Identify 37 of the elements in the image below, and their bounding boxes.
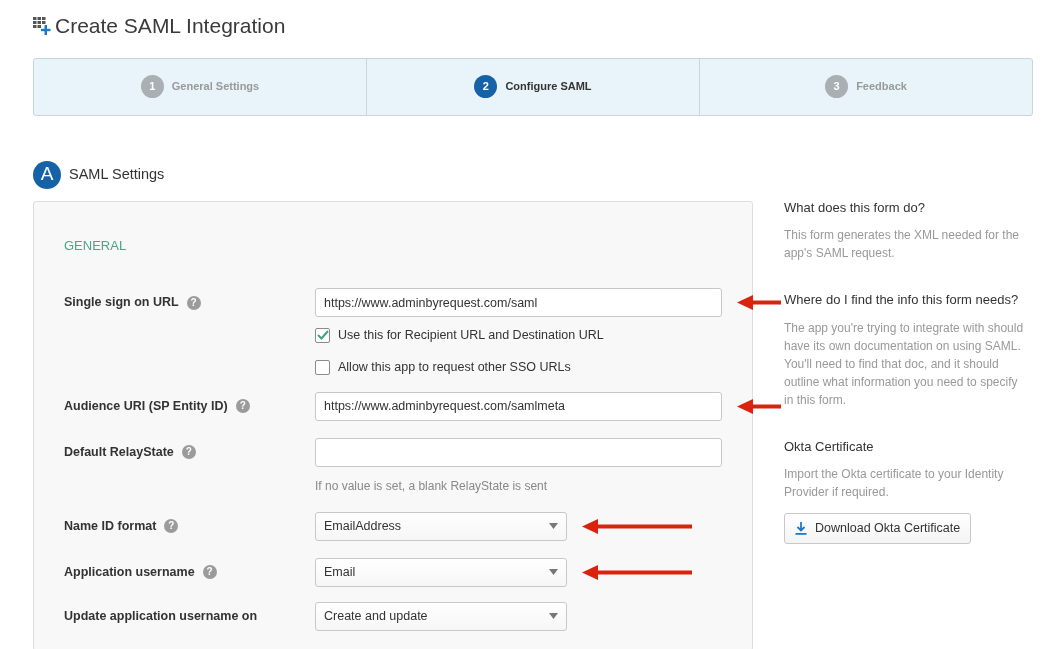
step-number: 3 bbox=[825, 75, 849, 98]
field-label: Update application username on bbox=[64, 607, 258, 625]
group-title: GENERAL bbox=[64, 236, 128, 255]
download-icon bbox=[795, 521, 807, 535]
help-text: This form generates the XML needed for the app's SAML request. bbox=[784, 227, 1021, 262]
caret-icon bbox=[549, 613, 558, 619]
help-text: The app you're trying to integrate with should have its own documentation on using SAML. You'll need to find that doc, and it should outline what information you need to specify in this form. bbox=[784, 319, 1025, 409]
checkbox-label: Allow this app to request other SSO URLs bbox=[338, 358, 571, 376]
help-heading: Where do I find the info this form needs? bbox=[784, 291, 1020, 309]
section-title: SAML Settings bbox=[69, 164, 165, 184]
hint-text: If no value is set, a blank RelayState is sent bbox=[315, 477, 549, 495]
caret-icon bbox=[549, 523, 558, 529]
help-heading: Okta Certificate bbox=[784, 437, 875, 456]
app-grid-add-icon bbox=[33, 16, 51, 35]
checkbox-label: Use this for Recipient URL and Destination URL bbox=[338, 327, 604, 344]
input-field[interactable]: https://www.adminbyrequest.com/samlmeta bbox=[315, 391, 722, 421]
help-text: Import the Okta certificate to your Identity Provider if required. bbox=[784, 466, 1005, 501]
input-field[interactable] bbox=[315, 437, 722, 467]
caret-icon bbox=[549, 569, 558, 575]
checkbox[interactable] bbox=[315, 327, 330, 343]
field-label: Name ID format bbox=[64, 517, 157, 535]
dropdown[interactable]: Create and update bbox=[315, 601, 567, 631]
field-label: Audience URI (SP Entity ID) bbox=[64, 397, 228, 415]
dropdown[interactable]: EmailAddress bbox=[315, 511, 567, 541]
dropdown[interactable]: Email bbox=[315, 557, 567, 587]
help-heading: What does this form do? bbox=[784, 198, 926, 217]
section-letter: A bbox=[33, 160, 61, 189]
step-tab[interactable]: 2 Configure SAML bbox=[367, 58, 700, 115]
download-button[interactable]: Download Okta Certificate bbox=[784, 513, 972, 544]
checkbox[interactable] bbox=[315, 359, 330, 375]
page-title: Create SAML Integration bbox=[55, 13, 286, 39]
step-number: 2 bbox=[474, 75, 498, 98]
input-field[interactable]: https://www.adminbyrequest.com/saml bbox=[315, 288, 722, 317]
field-label: Default RelayState bbox=[64, 443, 174, 461]
step-number: 1 bbox=[140, 75, 164, 98]
field-label: Single sign on URL bbox=[64, 294, 179, 312]
field-label: Application username bbox=[64, 563, 195, 581]
